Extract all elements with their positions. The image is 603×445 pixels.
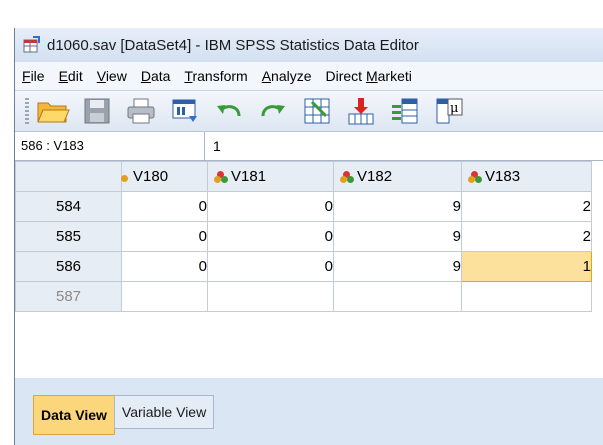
data-cell[interactable]: 0 bbox=[207, 191, 334, 222]
column-label: V181 bbox=[231, 168, 267, 185]
undo-icon[interactable] bbox=[211, 94, 247, 128]
open-folder-icon[interactable] bbox=[35, 94, 71, 128]
cell-reference: 586 : V183 bbox=[15, 132, 205, 160]
cell-value-input[interactable]: 1 bbox=[205, 138, 221, 154]
row-header[interactable]: 587 bbox=[15, 281, 122, 312]
column-header-v180[interactable]: V180 bbox=[121, 161, 208, 192]
data-cell[interactable]: 9 bbox=[333, 191, 462, 222]
data-cell[interactable]: 9 bbox=[333, 221, 462, 252]
menu-transform[interactable]: Transform bbox=[177, 68, 254, 84]
grid-corner[interactable] bbox=[15, 161, 122, 192]
toolbar: μ bbox=[15, 91, 603, 132]
goto-variable-icon[interactable] bbox=[343, 94, 379, 128]
data-cell[interactable] bbox=[121, 281, 208, 312]
row-header[interactable]: 586 bbox=[15, 251, 122, 282]
window-title: d1060.sav [DataSet4] - IBM SPSS Statisti… bbox=[47, 36, 419, 54]
column-label: V182 bbox=[357, 168, 393, 185]
data-cell[interactable] bbox=[333, 281, 462, 312]
nominal-variable-icon bbox=[340, 170, 354, 183]
column-header-v182[interactable]: V182 bbox=[333, 161, 462, 192]
grid-header-row: V180 V181 V182 V183 bbox=[15, 161, 592, 192]
goto-case-icon[interactable] bbox=[299, 94, 335, 128]
spss-app-icon bbox=[23, 36, 41, 54]
table-row: 587 bbox=[15, 281, 592, 312]
variables-icon[interactable] bbox=[387, 94, 423, 128]
desktop-background bbox=[0, 0, 14, 445]
run-descriptives-icon[interactable]: μ bbox=[431, 94, 467, 128]
nominal-variable-icon bbox=[214, 170, 228, 183]
data-cell[interactable]: 2 bbox=[461, 221, 592, 252]
title-bar[interactable]: d1060.sav [DataSet4] - IBM SPSS Statisti… bbox=[15, 28, 603, 62]
menu-bar: File Edit View Data Transform Analyze Di… bbox=[15, 62, 603, 91]
data-cell[interactable] bbox=[207, 281, 334, 312]
tab-data-view[interactable]: Data View bbox=[33, 395, 115, 435]
nominal-variable-icon bbox=[121, 171, 130, 183]
view-tabs: Data View Variable View bbox=[33, 395, 215, 435]
data-grid-area: V180 V181 V182 V183 584 0 0 9 2 585 0 0 … bbox=[15, 161, 603, 416]
table-row: 586 0 0 9 1 bbox=[15, 251, 592, 282]
view-tabs-area: Data View Variable View bbox=[15, 383, 603, 445]
nominal-variable-icon bbox=[468, 170, 482, 183]
table-row: 584 0 0 9 2 bbox=[15, 191, 592, 222]
data-cell[interactable]: 2 bbox=[461, 191, 592, 222]
column-label: V183 bbox=[485, 168, 521, 185]
data-cell[interactable]: 0 bbox=[121, 221, 208, 252]
menu-file[interactable]: File bbox=[15, 68, 52, 84]
row-header[interactable]: 584 bbox=[15, 191, 122, 222]
data-cell[interactable]: 0 bbox=[207, 251, 334, 282]
data-grid: V180 V181 V182 V183 584 0 0 9 2 585 0 0 … bbox=[15, 161, 592, 312]
data-cell[interactable]: 0 bbox=[121, 251, 208, 282]
selected-data-cell[interactable]: 1 bbox=[461, 251, 592, 282]
menu-analyze[interactable]: Analyze bbox=[255, 68, 319, 84]
data-cell[interactable]: 0 bbox=[207, 221, 334, 252]
column-label: V180 bbox=[133, 168, 169, 185]
recall-dialog-icon[interactable] bbox=[167, 94, 203, 128]
svg-text:μ: μ bbox=[450, 101, 458, 116]
menu-edit[interactable]: Edit bbox=[52, 68, 90, 84]
table-row: 585 0 0 9 2 bbox=[15, 221, 592, 252]
tab-variable-view[interactable]: Variable View bbox=[113, 395, 215, 429]
row-header[interactable]: 585 bbox=[15, 221, 122, 252]
cell-editor-bar: 586 : V183 1 bbox=[15, 132, 603, 161]
print-icon[interactable] bbox=[123, 94, 159, 128]
save-icon[interactable] bbox=[79, 94, 115, 128]
menu-view[interactable]: View bbox=[90, 68, 134, 84]
data-cell[interactable] bbox=[461, 281, 592, 312]
spss-data-editor-window: d1060.sav [DataSet4] - IBM SPSS Statisti… bbox=[14, 28, 603, 445]
redo-icon[interactable] bbox=[255, 94, 291, 128]
menu-direct-marketing[interactable]: Direct Marketi bbox=[319, 68, 419, 84]
data-cell[interactable]: 0 bbox=[121, 191, 208, 222]
column-header-v183[interactable]: V183 bbox=[461, 161, 592, 192]
desktop-background-top bbox=[14, 0, 603, 28]
toolbar-grip[interactable] bbox=[25, 98, 29, 124]
data-cell[interactable]: 9 bbox=[333, 251, 462, 282]
menu-data[interactable]: Data bbox=[134, 68, 178, 84]
column-header-v181[interactable]: V181 bbox=[207, 161, 334, 192]
